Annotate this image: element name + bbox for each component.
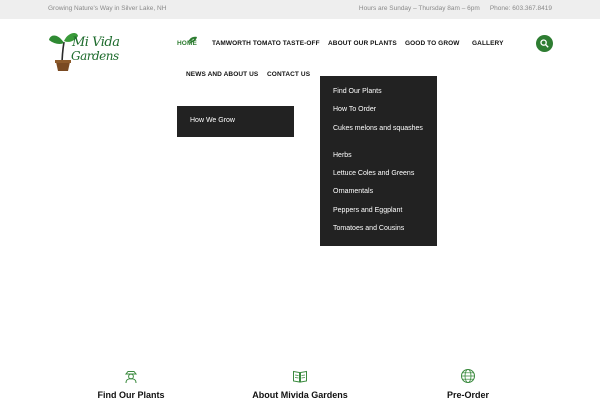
- nav-gallery[interactable]: GALLERY: [472, 40, 504, 47]
- dropdown-item-lettuce-coles[interactable]: Lettuce Coles and Greens: [333, 170, 428, 178]
- site-logo[interactable]: Mi Vida Gardens: [48, 30, 126, 72]
- phone-number[interactable]: Phone: 603.367.8419: [490, 5, 552, 12]
- dropdown-item-peppers-eggplant[interactable]: Peppers and Eggplant: [333, 207, 428, 215]
- nav-home[interactable]: HOME: [177, 40, 197, 47]
- nav-tamworth-tomato[interactable]: TAMWORTH TOMATO TASTE-OFF: [212, 40, 320, 47]
- dropdown-item-tomatoes-cousins[interactable]: Tomatoes and Cousins: [333, 225, 428, 233]
- dropdown-item-cukes-melons[interactable]: Cukes melons and squashes: [333, 125, 428, 133]
- feature-find-our-plants[interactable]: Find Our Plants: [71, 368, 191, 400]
- logo-text-mivida: Mi Vida: [72, 35, 120, 50]
- about-plants-dropdown: Find Our Plants How To Order Cukes melon…: [320, 76, 437, 246]
- logo-text-gardens: Gardens: [71, 49, 119, 63]
- top-info-bar: Growing Nature's Way in Silver Lake, NH …: [0, 0, 600, 19]
- feature-about-mivida[interactable]: About Mivida Gardens: [240, 368, 360, 400]
- search-button[interactable]: [536, 35, 553, 52]
- globe-icon: [461, 369, 475, 383]
- nav-about-our-plants[interactable]: ABOUT OUR PLANTS: [328, 40, 397, 47]
- feature-pre-order[interactable]: Pre-Order: [408, 368, 528, 400]
- book-icon: [293, 370, 307, 383]
- good-to-grow-dropdown: How We Grow: [177, 106, 294, 137]
- search-icon: [540, 39, 549, 48]
- feature-title: About Mivida Gardens: [252, 390, 348, 400]
- nav-news-about-us[interactable]: NEWS AND ABOUT US: [186, 71, 258, 78]
- nav-good-to-grow[interactable]: GOOD TO GROW: [405, 40, 460, 47]
- feature-title: Find Our Plants: [97, 390, 165, 400]
- gardener-icon: [124, 371, 138, 384]
- dropdown-item-find-our-plants[interactable]: Find Our Plants: [333, 88, 428, 96]
- nav-contact-us[interactable]: CONTACT US: [267, 71, 310, 78]
- hours-info: Hours are Sunday – Thursday 8am – 6pm Pho…: [359, 5, 552, 12]
- dropdown-item-how-to-order[interactable]: How To Order: [333, 106, 428, 114]
- dropdown-item-ornamentals[interactable]: Ornamentals: [333, 188, 428, 196]
- feature-title: Pre-Order: [446, 390, 490, 400]
- dropdown-item-how-we-grow[interactable]: How We Grow: [190, 117, 235, 124]
- store-hours: Hours are Sunday – Thursday 8am – 6pm: [358, 5, 480, 12]
- dropdown-item-herbs[interactable]: Herbs: [333, 152, 428, 160]
- site-tagline: Growing Nature's Way in Silver Lake, NH: [48, 5, 167, 12]
